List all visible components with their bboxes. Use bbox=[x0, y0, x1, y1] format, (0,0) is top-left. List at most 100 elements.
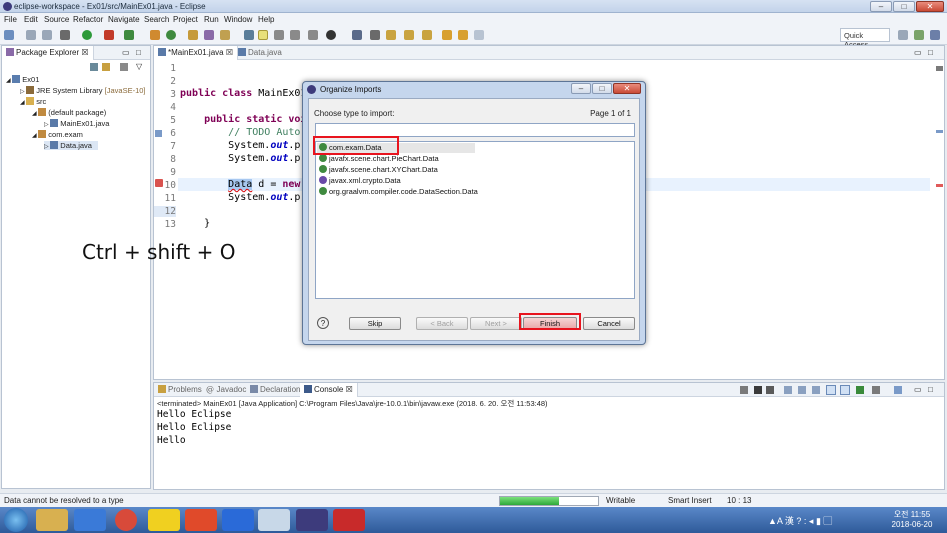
run-icon[interactable] bbox=[82, 30, 92, 40]
clock-time[interactable]: 오전 11:55 bbox=[888, 509, 936, 520]
minimize-editor-icon[interactable]: ▭ bbox=[914, 48, 922, 57]
terminate-icon[interactable] bbox=[740, 386, 748, 394]
next-annotation-icon[interactable] bbox=[386, 30, 396, 40]
tree-item-project[interactable]: ◢ Ex01 bbox=[6, 75, 39, 84]
error-marker-icon[interactable] bbox=[155, 179, 163, 187]
help-icon[interactable]: ? bbox=[317, 317, 329, 329]
code-line-13[interactable]: } bbox=[180, 218, 210, 229]
back-icon[interactable] bbox=[442, 30, 452, 40]
code-line-10[interactable]: Data d = new bbox=[180, 179, 300, 190]
prev-annotation-icon[interactable] bbox=[404, 30, 414, 40]
tree-item-com-exam[interactable]: ◢ com.exam bbox=[32, 130, 83, 139]
tree-item-src[interactable]: ◢ src bbox=[20, 97, 46, 106]
search-taskbar-icon[interactable] bbox=[258, 509, 290, 531]
tab-problems[interactable]: Problems bbox=[154, 383, 206, 397]
open-type-icon[interactable] bbox=[188, 30, 198, 40]
block-select-icon[interactable] bbox=[290, 30, 300, 40]
tree-item-default-package[interactable]: ◢ (default package) bbox=[32, 108, 106, 117]
tab-mainex01[interactable]: *MainEx01.java ☒ bbox=[154, 46, 238, 60]
whitespace-icon[interactable] bbox=[308, 30, 318, 40]
remove-all-icon[interactable] bbox=[766, 386, 774, 394]
pin-icon[interactable] bbox=[474, 30, 484, 40]
kakaotalk-taskbar-icon[interactable] bbox=[148, 509, 180, 531]
skip-button[interactable]: Skip bbox=[349, 317, 401, 330]
menu-window[interactable]: Window bbox=[224, 15, 252, 24]
explorer-taskbar-icon[interactable] bbox=[36, 509, 68, 531]
eclipse-taskbar-icon[interactable] bbox=[296, 509, 328, 531]
tree-item-mainex01[interactable]: ▷ MainEx01.java bbox=[44, 119, 109, 128]
save-icon[interactable] bbox=[26, 30, 36, 40]
menu-refactor[interactable]: Refactor bbox=[73, 15, 103, 24]
skip-breakpoints-icon[interactable] bbox=[370, 30, 380, 40]
maximize-console-icon[interactable]: □ bbox=[928, 385, 933, 394]
vscode-taskbar-icon[interactable] bbox=[222, 509, 254, 531]
forward-icon[interactable] bbox=[458, 30, 468, 40]
toggle-mark-icon[interactable] bbox=[274, 30, 284, 40]
tab-declaration[interactable]: Declaration bbox=[246, 383, 304, 397]
link-editor-icon[interactable] bbox=[102, 63, 110, 71]
maximize-button[interactable]: □ bbox=[893, 1, 915, 12]
open-task-icon[interactable] bbox=[204, 30, 214, 40]
minimize-button[interactable]: – bbox=[870, 1, 892, 12]
dialog-close-button[interactable]: ✕ bbox=[613, 83, 641, 94]
external-tools-icon[interactable] bbox=[124, 30, 134, 40]
tab-package-explorer[interactable]: Package Explorer ☒ bbox=[2, 46, 94, 60]
menu-search[interactable]: Search bbox=[144, 15, 169, 24]
clock-date[interactable]: 2018-06-20 bbox=[888, 520, 936, 529]
new-package-icon[interactable] bbox=[150, 30, 160, 40]
overview-error-mark[interactable] bbox=[936, 184, 943, 187]
tree-item-data-java[interactable]: ▷ Data.java bbox=[44, 141, 98, 150]
type-filter-input[interactable] bbox=[315, 123, 635, 137]
minimize-console-icon[interactable]: ▭ bbox=[914, 385, 922, 394]
task-marker-icon[interactable] bbox=[155, 130, 162, 137]
pin-console-icon[interactable] bbox=[856, 386, 864, 394]
tree-item-jre[interactable]: ▷ JRE System Library [JavaSE-10] bbox=[20, 86, 146, 95]
open-console-icon[interactable] bbox=[894, 386, 902, 394]
console-icon[interactable] bbox=[352, 30, 362, 40]
dialog-minimize-button[interactable]: – bbox=[571, 83, 591, 94]
save-all-icon[interactable] bbox=[42, 30, 52, 40]
menu-file[interactable]: File bbox=[4, 15, 17, 24]
minimize-view-icon[interactable]: ▭ bbox=[122, 48, 130, 57]
menu-project[interactable]: Project bbox=[173, 15, 198, 24]
tray-icons[interactable]: ▲A 漢 ? : ◂ ▮ ▢ bbox=[768, 514, 832, 527]
view-menu-icon[interactable]: ▽ bbox=[136, 62, 142, 71]
new-icon[interactable] bbox=[4, 30, 14, 40]
refresh-icon[interactable] bbox=[326, 30, 336, 40]
menu-source[interactable]: Source bbox=[44, 15, 69, 24]
java-perspective-icon[interactable] bbox=[930, 30, 940, 40]
app-taskbar-icon[interactable] bbox=[185, 509, 217, 531]
annotation-icon[interactable] bbox=[244, 30, 254, 40]
overview-task-mark[interactable] bbox=[936, 130, 943, 133]
new-class-icon[interactable] bbox=[166, 30, 176, 40]
maximize-editor-icon[interactable]: □ bbox=[928, 48, 933, 57]
last-edit-icon[interactable] bbox=[422, 30, 432, 40]
code-line-11[interactable]: System.out.pr bbox=[180, 192, 306, 203]
search-icon[interactable] bbox=[220, 30, 230, 40]
menu-navigate[interactable]: Navigate bbox=[108, 15, 140, 24]
maximize-view-icon[interactable]: □ bbox=[136, 48, 141, 57]
scroll-lock-icon[interactable] bbox=[798, 386, 806, 394]
collapse-all-icon[interactable] bbox=[90, 63, 98, 71]
ie-taskbar-icon[interactable] bbox=[74, 509, 106, 531]
coverage-icon[interactable] bbox=[104, 30, 114, 40]
show-stderr-icon[interactable] bbox=[840, 385, 850, 395]
debug-icon[interactable] bbox=[60, 30, 70, 40]
list-item[interactable]: javafx.scene.chart.PieChart.Data bbox=[319, 154, 439, 163]
tab-javadoc[interactable]: @ Javadoc bbox=[202, 383, 250, 397]
list-item[interactable]: org.graalvm.compiler.code.DataSection.Da… bbox=[319, 187, 478, 196]
code-line-6[interactable]: // TODO Auto bbox=[180, 127, 300, 138]
code-line-7[interactable]: System.out.pr bbox=[180, 140, 306, 151]
acrobat-taskbar-icon[interactable] bbox=[333, 509, 365, 531]
chrome-taskbar-icon[interactable] bbox=[115, 509, 137, 531]
menu-edit[interactable]: Edit bbox=[24, 15, 38, 24]
menu-run[interactable]: Run bbox=[204, 15, 219, 24]
list-item[interactable]: javax.xml.crypto.Data bbox=[319, 176, 401, 185]
display-console-icon[interactable] bbox=[872, 386, 880, 394]
highlight-icon[interactable] bbox=[258, 30, 268, 40]
tab-data-java[interactable]: Data.java bbox=[234, 46, 286, 60]
back-button[interactable]: < Back bbox=[416, 317, 468, 330]
code-line-3[interactable]: public class MainEx01 bbox=[180, 88, 306, 99]
dialog-maximize-button[interactable]: □ bbox=[592, 83, 612, 94]
tab-console[interactable]: Console ☒ bbox=[300, 383, 358, 397]
